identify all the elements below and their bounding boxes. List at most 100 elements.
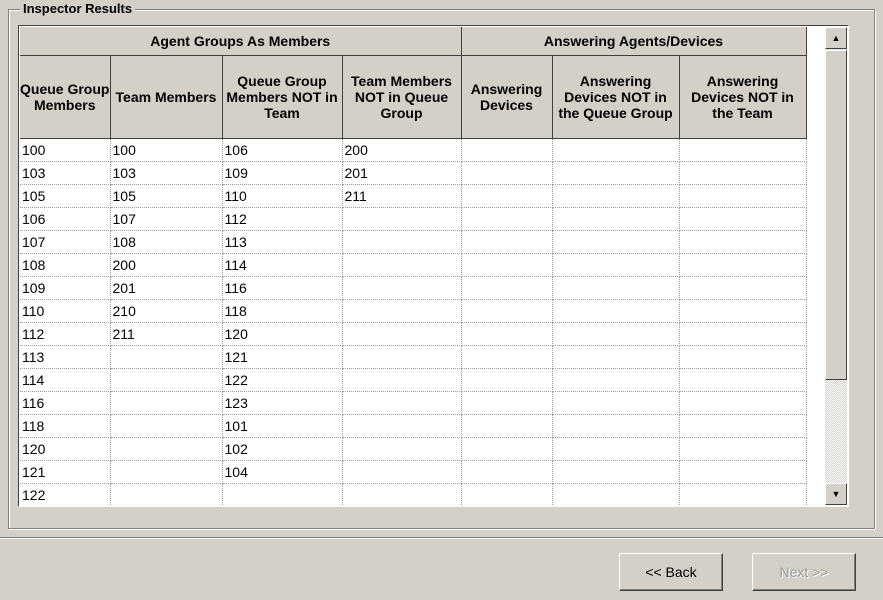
table-row[interactable]: 105 105 110 211 [20,184,807,208]
table-row[interactable]: 122 [20,483,807,505]
table-cell[interactable] [679,184,807,208]
col-team-not-in-queue[interactable]: Team Members NOT in Queue Group [342,55,462,139]
table-cell[interactable] [552,437,680,461]
table-cell[interactable]: 108 [110,230,223,254]
table-cell[interactable] [342,322,462,346]
table-cell[interactable]: 103 [110,161,223,185]
table-cell[interactable] [679,391,807,415]
table-cell[interactable] [342,276,462,300]
table-row[interactable]: 103 103 109 201 [20,161,807,185]
table-cell[interactable] [552,368,680,392]
back-button[interactable]: << Back [619,553,723,591]
scroll-thumb[interactable] [825,50,847,380]
table-cell[interactable] [110,437,223,461]
table-row[interactable]: 100 100 106 200 [20,138,807,162]
table-cell[interactable]: 110 [222,184,343,208]
table-cell[interactable]: 114 [20,368,111,392]
col-answering-devices[interactable]: Answering Devices [461,55,553,139]
table-row[interactable]: 112 211 120 [20,322,807,346]
table-cell[interactable] [679,138,807,162]
table-cell[interactable]: 101 [222,414,343,438]
table-cell[interactable] [679,230,807,254]
table-cell[interactable]: 211 [342,184,462,208]
table-cell[interactable]: 201 [342,161,462,185]
table-cell[interactable]: 122 [20,483,111,505]
table-cell[interactable] [552,207,680,231]
table-cell[interactable] [342,230,462,254]
table-cell[interactable] [110,483,223,505]
table-cell[interactable] [679,483,807,505]
table-cell[interactable]: 100 [110,138,223,162]
table-cell[interactable]: 109 [222,161,343,185]
table-cell[interactable]: 103 [20,161,111,185]
table-cell[interactable] [552,253,680,277]
table-cell[interactable] [461,299,553,323]
table-cell[interactable]: 107 [20,230,111,254]
table-row[interactable]: 116 123 [20,391,807,415]
table-cell[interactable] [222,483,343,505]
table-cell[interactable] [110,368,223,392]
table-cell[interactable] [342,253,462,277]
table-cell[interactable]: 113 [20,345,111,369]
col-queue-not-in-team[interactable]: Queue Group Members NOT in Team [222,55,343,139]
table-cell[interactable] [679,276,807,300]
table-cell[interactable] [679,368,807,392]
table-cell[interactable]: 114 [222,253,343,277]
table-cell[interactable] [461,437,553,461]
table-row[interactable]: 108 200 114 [20,253,807,277]
table-cell[interactable] [342,391,462,415]
table-row[interactable]: 110 210 118 [20,299,807,323]
table-cell[interactable] [461,138,553,162]
table-cell[interactable] [552,345,680,369]
scroll-up-button[interactable]: ▲ [825,27,847,49]
table-cell[interactable]: 112 [222,207,343,231]
table-cell[interactable] [461,207,553,231]
table-cell[interactable]: 210 [110,299,223,323]
table-cell[interactable] [342,299,462,323]
table-cell[interactable] [461,161,553,185]
col-queue-group-members[interactable]: Queue Group Members [20,55,111,139]
table-cell[interactable] [679,253,807,277]
table-cell[interactable] [461,184,553,208]
table-cell[interactable] [679,161,807,185]
table-cell[interactable]: 105 [20,184,111,208]
table-cell[interactable] [552,138,680,162]
table-cell[interactable] [552,391,680,415]
table-cell[interactable] [679,414,807,438]
table-cell[interactable]: 112 [20,322,111,346]
table-cell[interactable]: 116 [20,391,111,415]
table-cell[interactable]: 118 [20,414,111,438]
next-button[interactable]: Next >> [752,553,856,591]
table-cell[interactable] [461,322,553,346]
col-team-members[interactable]: Team Members [110,55,223,139]
table-cell[interactable] [552,460,680,484]
table-cell[interactable] [461,368,553,392]
table-cell[interactable] [110,391,223,415]
table-cell[interactable]: 120 [222,322,343,346]
table-cell[interactable]: 121 [20,460,111,484]
results-grid[interactable]: Agent Groups As Members Answering Agents… [18,25,849,507]
table-cell[interactable]: 105 [110,184,223,208]
table-cell[interactable]: 200 [110,253,223,277]
table-cell[interactable]: 123 [222,391,343,415]
table-cell[interactable]: 107 [110,207,223,231]
table-cell[interactable]: 211 [110,322,223,346]
table-cell[interactable]: 104 [222,460,343,484]
table-cell[interactable] [342,414,462,438]
table-row[interactable]: 114 122 [20,368,807,392]
table-cell[interactable] [552,230,680,254]
table-cell[interactable] [679,299,807,323]
table-cell[interactable] [342,460,462,484]
table-cell[interactable] [552,184,680,208]
table-cell[interactable] [461,483,553,505]
table-cell[interactable]: 122 [222,368,343,392]
table-cell[interactable] [679,207,807,231]
vertical-scrollbar[interactable]: ▲ ▼ [825,27,847,505]
col-answering-not-in-queue[interactable]: Answering Devices NOT in the Queue Group [552,55,680,139]
table-cell[interactable] [461,276,553,300]
table-cell[interactable]: 200 [342,138,462,162]
table-cell[interactable] [110,460,223,484]
table-cell[interactable] [679,345,807,369]
table-row[interactable]: 109 201 116 [20,276,807,300]
table-cell[interactable] [342,483,462,505]
